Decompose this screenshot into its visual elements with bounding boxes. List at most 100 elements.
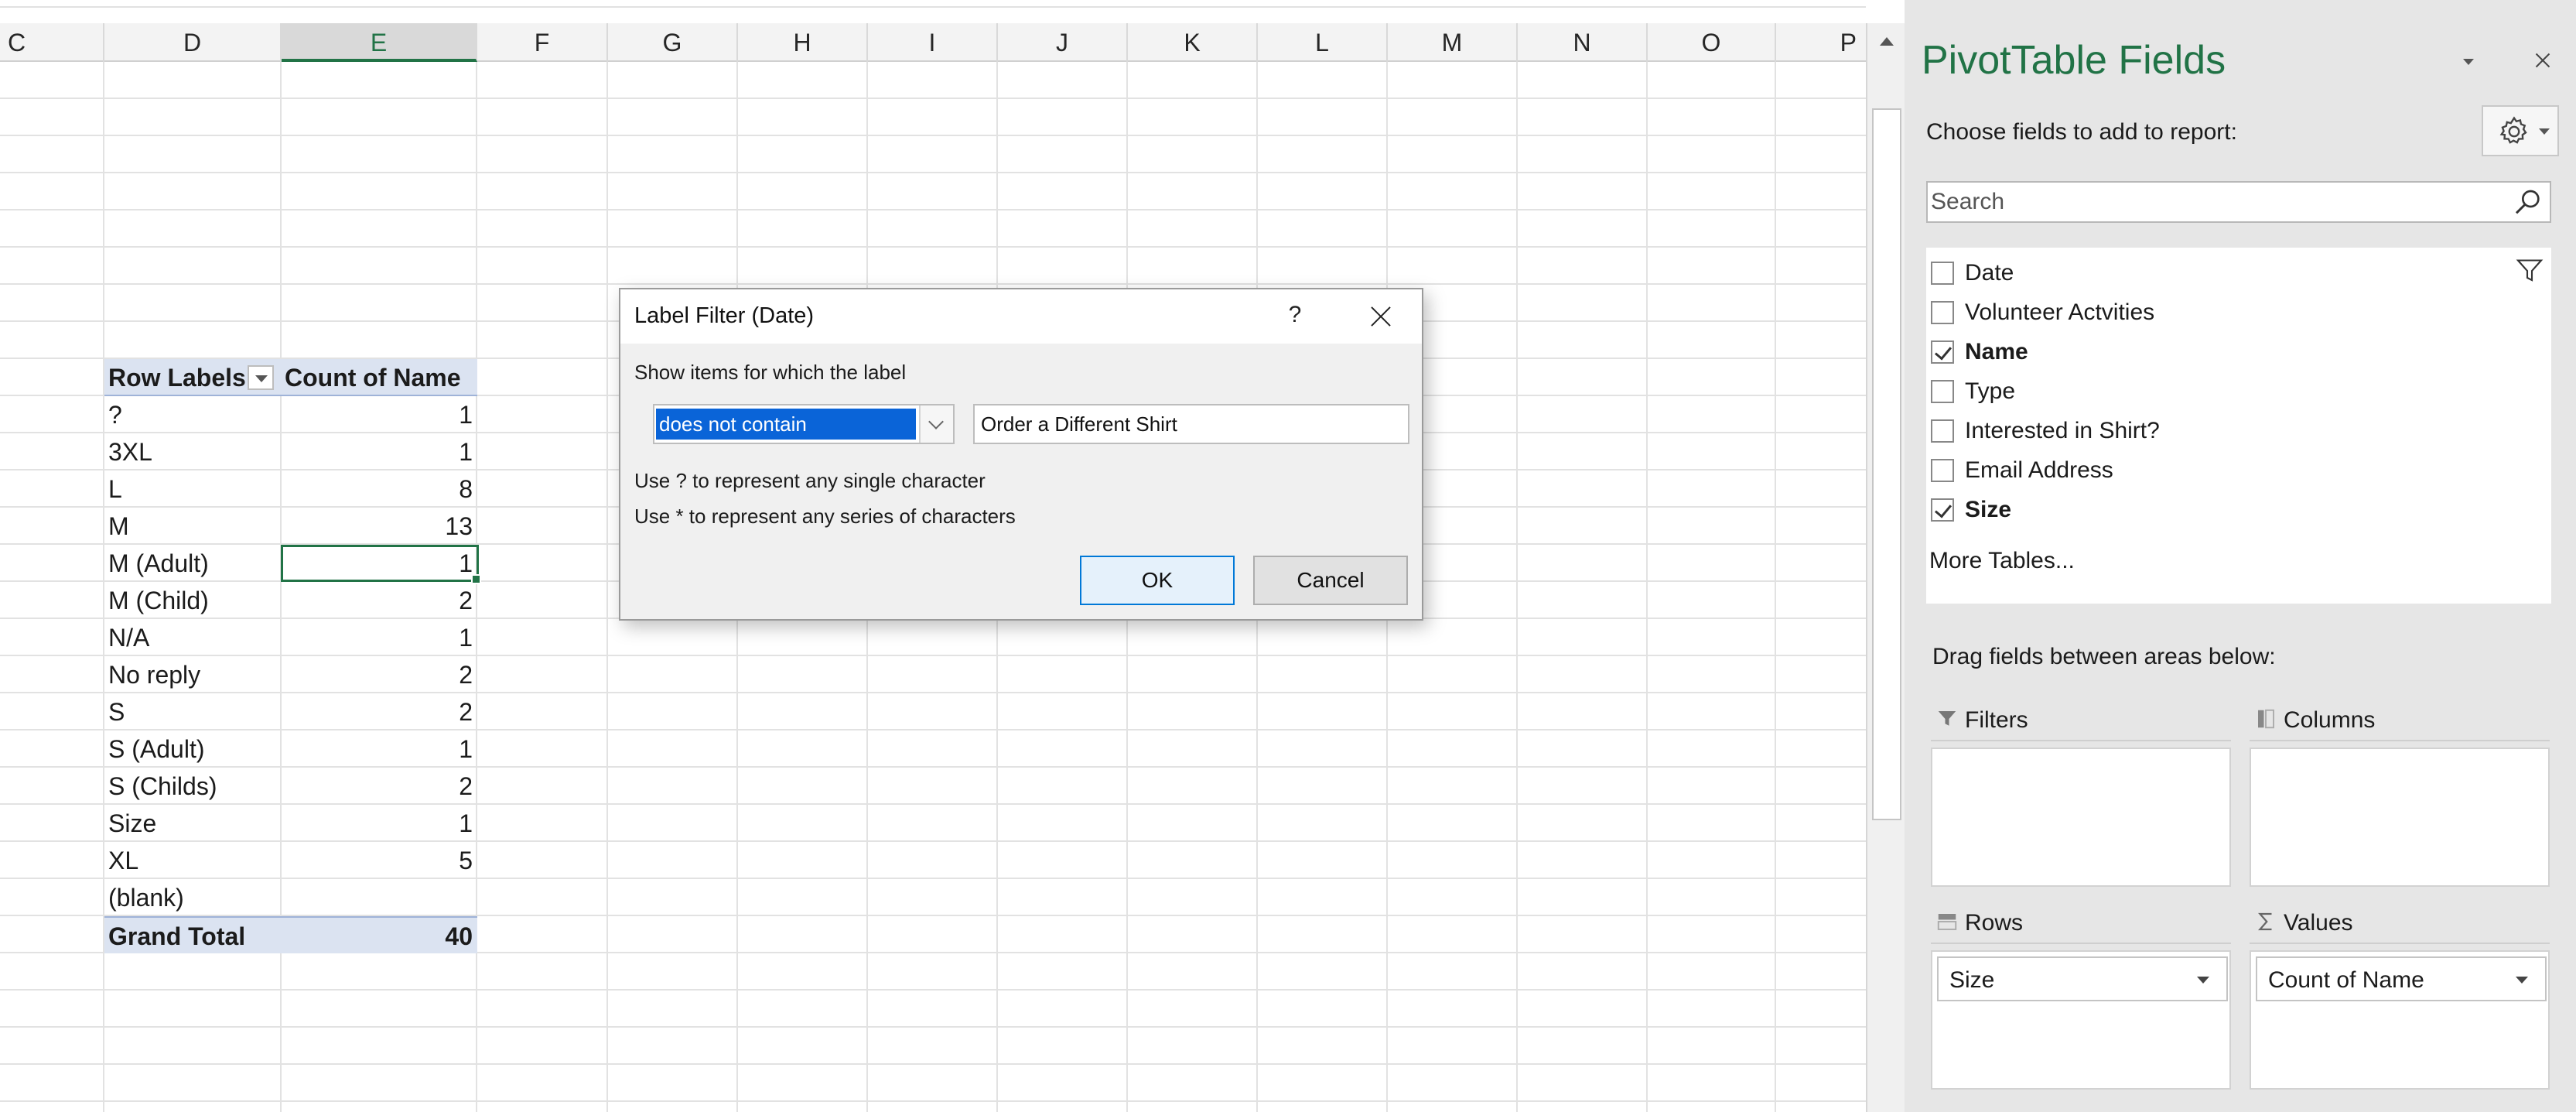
- pivot-row-value: 2: [459, 587, 473, 614]
- pivot-row[interactable]: ? 1: [104, 396, 477, 433]
- show-items-label: Show items for which the label: [634, 361, 907, 384]
- scroll-up-arrow-icon[interactable]: [1874, 29, 1900, 53]
- close-icon[interactable]: [1365, 300, 1399, 334]
- pivot-row-label: N/A: [108, 624, 150, 652]
- pivot-row-label: 3XL: [108, 438, 152, 466]
- rows-drop-zone[interactable]: Size: [1931, 950, 2231, 1090]
- dialog-title-bar[interactable]: Label Filter (Date) ?: [620, 289, 1422, 344]
- search-icon[interactable]: [2513, 187, 2544, 218]
- more-tables-link[interactable]: More Tables...: [1929, 548, 2075, 574]
- field-checkbox[interactable]: [1931, 459, 1954, 482]
- values-area-title: Values: [2284, 910, 2353, 936]
- column-headers: C D E F G H I J K L M N O P: [0, 23, 1866, 62]
- field-item-volunteer-activities[interactable]: Volunteer Actvities: [1926, 293, 2514, 332]
- pivot-row[interactable]: No reply 2: [104, 656, 477, 693]
- column-header-k[interactable]: K: [1128, 23, 1258, 62]
- field-item-name[interactable]: Name: [1926, 333, 2514, 371]
- field-checkbox[interactable]: [1931, 419, 1954, 443]
- operator-combobox[interactable]: does not contain: [653, 404, 955, 444]
- pivot-row[interactable]: L8: [104, 470, 477, 508]
- field-item-email-address[interactable]: Email Address: [1926, 451, 2514, 490]
- pivot-row-value: 2: [459, 772, 473, 800]
- pivot-row[interactable]: (blank): [104, 879, 477, 916]
- filters-drop-zone[interactable]: [1931, 748, 2231, 887]
- column-header-o[interactable]: O: [1648, 23, 1776, 62]
- pivot-row-label: L: [108, 475, 122, 503]
- rows-field-chip[interactable]: Size: [1937, 956, 2228, 1001]
- help-icon[interactable]: ?: [1279, 302, 1310, 331]
- column-header-m[interactable]: M: [1388, 23, 1518, 62]
- row-labels-header[interactable]: Row Labels: [108, 359, 246, 396]
- rows-area-header: Rows: [1931, 905, 2231, 944]
- pane-options-dropdown-icon[interactable]: [2457, 51, 2480, 74]
- field-item-interested-in-shirt[interactable]: Interested in Shirt?: [1926, 412, 2514, 450]
- pivot-row[interactable]: M 13: [104, 508, 477, 545]
- pivot-row[interactable]: S (Childs) 2: [104, 768, 477, 805]
- field-checkbox[interactable]: [1931, 262, 1954, 285]
- pivot-header-row: Row Labels Count of Name: [104, 359, 477, 396]
- cancel-button[interactable]: Cancel: [1253, 556, 1408, 605]
- pivot-row-label: ?: [108, 401, 122, 429]
- column-header-l[interactable]: L: [1258, 23, 1388, 62]
- field-checkbox-checked[interactable]: [1931, 340, 1954, 364]
- field-search-input[interactable]: Search: [1926, 181, 2551, 223]
- count-of-name-header[interactable]: Count of Name: [285, 359, 461, 396]
- pivot-row[interactable]: S (Adult) 1: [104, 730, 477, 768]
- pivot-row[interactable]: N/A 1: [104, 619, 477, 656]
- pivot-grand-total-row[interactable]: Grand Total 40: [104, 916, 477, 953]
- chevron-down-icon[interactable]: [2516, 977, 2528, 984]
- pivot-row-value: 13: [445, 512, 473, 540]
- vertical-scrollbar[interactable]: [1866, 23, 1905, 1112]
- field-item-type[interactable]: Type: [1926, 372, 2514, 411]
- ok-button[interactable]: OK: [1080, 556, 1235, 605]
- column-header-g[interactable]: G: [608, 23, 738, 62]
- filter-value-input[interactable]: Order a Different Shirt: [973, 404, 1409, 444]
- values-area: Values Count of Name: [2245, 905, 2550, 1097]
- chevron-down-icon[interactable]: [2197, 977, 2209, 984]
- field-checkbox[interactable]: [1931, 301, 1954, 324]
- pivot-row-label: XL: [108, 847, 139, 874]
- pivot-row[interactable]: XL 5: [104, 842, 477, 879]
- pane-title: PivotTable Fields: [1922, 38, 2226, 83]
- field-item-date[interactable]: Date: [1926, 254, 2514, 293]
- pivot-row-value: 1: [459, 735, 473, 763]
- drag-fields-label: Drag fields between areas below:: [1932, 644, 2276, 669]
- filter-icon[interactable]: [2516, 257, 2544, 285]
- field-checkbox[interactable]: [1931, 380, 1954, 403]
- field-checkbox-checked[interactable]: [1931, 498, 1954, 522]
- values-field-chip[interactable]: Count of Name: [2256, 956, 2547, 1001]
- scrollbar-thumb[interactable]: [1872, 108, 1901, 820]
- pane-close-icon[interactable]: [2530, 46, 2557, 74]
- pivot-row-value: 5: [459, 847, 473, 874]
- filters-area-header: Filters: [1931, 703, 2231, 741]
- pivot-row-label: S (Childs): [108, 772, 217, 800]
- pivot-row[interactable]: S2: [104, 693, 477, 730]
- pivot-table: Row Labels Count of Name ? 1 3XL 1 L8 M 13 …: [104, 359, 477, 953]
- chevron-down-icon[interactable]: [919, 405, 953, 443]
- column-header-h[interactable]: H: [738, 23, 868, 62]
- column-header-j[interactable]: J: [998, 23, 1128, 62]
- column-header-f[interactable]: F: [477, 23, 608, 62]
- pivot-row[interactable]: M (Child) 2: [104, 582, 477, 619]
- tools-button[interactable]: [2482, 105, 2559, 156]
- columns-drop-zone[interactable]: [2250, 748, 2550, 887]
- pivot-row[interactable]: 3XL 1: [104, 433, 477, 470]
- column-header-p[interactable]: P: [1776, 23, 1866, 62]
- pivot-row-value: 2: [459, 698, 473, 726]
- column-header-i[interactable]: I: [868, 23, 998, 62]
- column-header-n[interactable]: N: [1518, 23, 1648, 62]
- pivot-row-label: S (Adult): [108, 735, 205, 763]
- field-label: Type: [1965, 378, 2016, 404]
- filter-icon: [1938, 711, 1956, 726]
- filters-area-title: Filters: [1965, 707, 2028, 733]
- field-item-size[interactable]: Size: [1926, 491, 2514, 529]
- column-header-d[interactable]: D: [104, 23, 282, 62]
- choose-fields-label: Choose fields to add to report:: [1926, 119, 2237, 145]
- row-labels-filter-dropdown[interactable]: [248, 365, 274, 390]
- pivot-row[interactable]: Size 1: [104, 805, 477, 842]
- column-header-e[interactable]: E: [282, 23, 477, 62]
- field-label: Date: [1965, 260, 2014, 286]
- pivot-row-label: M (Child): [108, 587, 209, 614]
- column-header-c[interactable]: C: [0, 23, 104, 62]
- values-drop-zone[interactable]: Count of Name: [2250, 950, 2550, 1090]
